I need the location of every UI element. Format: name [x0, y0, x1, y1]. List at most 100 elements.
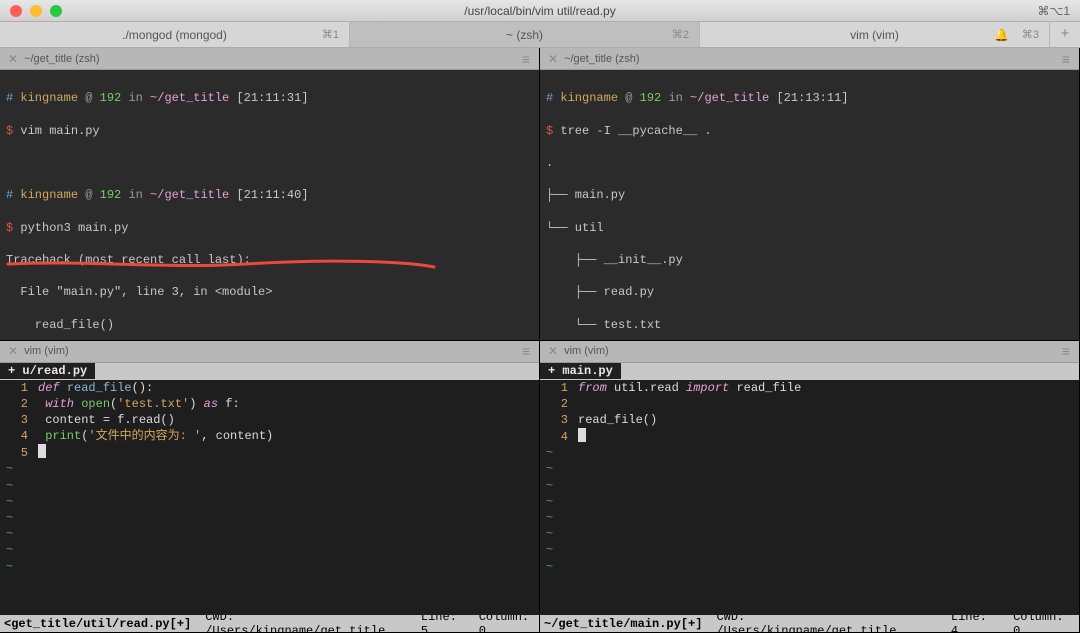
tree-line: └── util — [546, 220, 1073, 236]
tree-line: . — [546, 155, 1073, 171]
code-text: , content) — [201, 429, 273, 443]
vim-tab[interactable]: + u/read.py — [0, 363, 95, 379]
vim-tilde: ~ — [6, 542, 533, 558]
pane-header: ✕ ~/get_title (zsh) ≡ — [0, 48, 539, 70]
editor-area[interactable]: 1from util.read import read_file 2 3read… — [540, 380, 1079, 616]
app-tabstrip: ./mongod (mongod) ⌘1 ~ (zsh) ⌘2 vim (vim… — [0, 22, 1080, 48]
tab-shortcut: ⌘3 — [1022, 28, 1039, 41]
vim-tilde: ~ — [546, 510, 1073, 526]
prompt-hash: # — [6, 91, 13, 105]
vim-tilde: ~ — [6, 526, 533, 542]
tree-line: ├── main.py — [546, 187, 1073, 203]
prompt-time: [21:13:11] — [776, 91, 848, 105]
vim-tilde: ~ — [6, 461, 533, 477]
tab-label: ~ (zsh) — [506, 28, 543, 42]
tab-mongod[interactable]: ./mongod (mongod) ⌘1 — [0, 22, 350, 47]
builtin: open — [81, 397, 110, 411]
code-text: content = f.read() — [45, 413, 175, 427]
vim-tab[interactable]: + main.py — [540, 363, 621, 379]
pane-header-title: vim (vim) — [564, 345, 609, 357]
hamburger-icon[interactable]: ≡ — [1062, 343, 1071, 359]
vim-tab-label: u/read.py — [22, 364, 87, 378]
close-icon[interactable]: ✕ — [8, 344, 18, 358]
window-title: /usr/local/bin/vim util/read.py — [0, 4, 1080, 18]
vim-tilde: ~ — [546, 559, 1073, 575]
prompt-host: 192 — [640, 91, 662, 105]
pane-header: ✕ vim (vim) ≡ — [540, 341, 1079, 363]
close-icon[interactable]: ✕ — [8, 52, 18, 66]
code-text: read_file() — [578, 413, 657, 427]
bell-icon: 🔔 — [994, 28, 1009, 42]
line-number: 1 — [546, 380, 568, 396]
pane-grid: ✕ ~/get_title (zsh) ≡ # kingname @ 192 i… — [0, 48, 1080, 633]
prompt-host: 192 — [100, 91, 122, 105]
vim-tab-label: main.py — [562, 364, 612, 378]
tab-vim[interactable]: vim (vim) 🔔 ⌘3 — [700, 22, 1050, 47]
prompt-cwd: ~/get_title — [150, 91, 229, 105]
close-icon[interactable]: ✕ — [548, 52, 558, 66]
pane-header-title: ~/get_title (zsh) — [564, 53, 640, 65]
tab-zsh[interactable]: ~ (zsh) ⌘2 — [350, 22, 700, 47]
code-text: read_file — [736, 381, 801, 395]
terminal-output[interactable]: # kingname @ 192 in ~/get_title [21:13:1… — [540, 70, 1079, 340]
status-file: <get_title/util/read.py[+] — [4, 617, 191, 631]
hamburger-icon[interactable]: ≡ — [522, 51, 531, 67]
tree-line: └── test.txt — [546, 317, 1073, 333]
string-literal: '文件中的内容为: ' — [88, 429, 201, 443]
line-number: 3 — [546, 412, 568, 428]
vim-statusline: ~/get_title/main.py[+] CWD: /Users/kingn… — [540, 615, 1079, 632]
prompt-host: 192 — [100, 188, 122, 202]
pane-header: ✕ vim (vim) ≡ — [0, 341, 539, 363]
editor-area[interactable]: 1def read_file(): 2 with open('test.txt'… — [0, 380, 539, 616]
prompt-in: in — [668, 91, 682, 105]
keyword: import — [686, 381, 729, 395]
prompt-cwd: ~/get_title — [150, 188, 229, 202]
cursor — [38, 444, 46, 458]
close-icon[interactable]: ✕ — [548, 344, 558, 358]
prompt-dollar: $ — [546, 124, 553, 138]
vim-tilde: ~ — [6, 478, 533, 494]
pane-header: ✕ ~/get_title (zsh) ≡ — [540, 48, 1079, 70]
traceback-line: Traceback (most recent call last): — [6, 252, 533, 268]
tree-line: ├── __init__.py — [546, 252, 1073, 268]
traceback-line: File "main.py", line 3, in <module> — [6, 284, 533, 300]
vim-tilde: ~ — [546, 542, 1073, 558]
vim-tilde: ~ — [6, 510, 533, 526]
vim-tilde: ~ — [546, 445, 1073, 461]
function-name: read_file — [67, 381, 132, 395]
line-number: 2 — [6, 396, 28, 412]
tab-label: vim (vim) — [850, 28, 899, 42]
prompt-dollar: $ — [6, 221, 13, 235]
vim-tilde: ~ — [6, 494, 533, 510]
prompt-user: kingname — [560, 91, 618, 105]
prompt-time: [21:11:31] — [236, 91, 308, 105]
terminal-output[interactable]: # kingname @ 192 in ~/get_title [21:11:3… — [0, 70, 539, 340]
prompt-user: kingname — [20, 91, 78, 105]
keyword: def — [38, 381, 60, 395]
line-number: 1 — [6, 380, 28, 396]
line-number: 5 — [6, 445, 28, 461]
code-text: util.read — [614, 381, 679, 395]
vim-tabline: + main.py — [540, 363, 1079, 380]
vim-tabline: + u/read.py — [0, 363, 539, 380]
string-literal: 'test.txt' — [117, 397, 189, 411]
pane-bottom-left: ✕ vim (vim) ≡ + u/read.py 1 def read_file… — [0, 341, 540, 633]
vim-statusline: <get_title/util/read.py[+] CWD: /Users/k… — [0, 615, 539, 632]
line-number: 4 — [6, 428, 28, 444]
vim-tilde: ~ — [6, 559, 533, 575]
window-titlebar: /usr/local/bin/vim util/read.py ⌘⌥1 — [0, 0, 1080, 22]
prompt-in: in — [128, 91, 142, 105]
add-tab-button[interactable]: + — [1050, 22, 1080, 47]
code-text: (): — [132, 381, 154, 395]
command: tree -I __pycache__ . — [560, 124, 711, 138]
tree-line: ├── read.py — [546, 284, 1073, 300]
command: vim main.py — [20, 124, 99, 138]
vim-tilde: ~ — [546, 478, 1073, 494]
tab-shortcut: ⌘1 — [322, 28, 339, 41]
prompt-user: kingname — [20, 188, 78, 202]
hamburger-icon[interactable]: ≡ — [1062, 51, 1071, 67]
prompt-at: @ — [85, 188, 92, 202]
pane-header-title: ~/get_title (zsh) — [24, 53, 100, 65]
vim-tilde: ~ — [546, 461, 1073, 477]
hamburger-icon[interactable]: ≡ — [522, 343, 531, 359]
